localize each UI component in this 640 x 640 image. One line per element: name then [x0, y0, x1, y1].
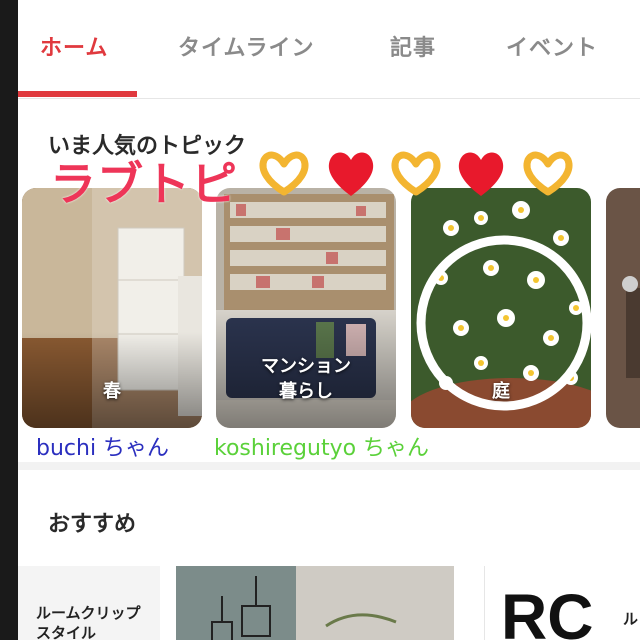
tab-home[interactable]: ホーム — [40, 30, 108, 62]
emoji-decoration — [256, 148, 596, 204]
top-tab-bar: ホーム タイムライン 記事 イベント — [18, 0, 640, 99]
active-tab-indicator — [18, 91, 137, 97]
topic-card-partial[interactable] — [606, 188, 640, 428]
recommend-card-interior-image — [176, 566, 454, 640]
topic-label-line2: 暮らし — [279, 380, 333, 402]
topic-card-spring-label: 春 — [22, 379, 202, 404]
recommend-card-roomclip-style[interactable]: ルームクリップ スタイル — [18, 566, 160, 640]
recommend-card-rc[interactable]: RC ル — [484, 566, 640, 640]
topic-label-line1: マンション — [261, 355, 351, 377]
user-credit-buchi: buchi ちゃん — [36, 436, 170, 461]
recommend-card-line2: スタイル — [36, 623, 97, 640]
topic-label-line1: 庭 — [492, 380, 510, 402]
recommend-card-rc-side-text: ル — [623, 610, 639, 628]
hand-heart-icon — [391, 151, 441, 196]
red-heart-icon — [458, 152, 504, 196]
recommend-title: おすすめ — [48, 512, 137, 537]
recommend-card-text: ルームクリップ スタイル — [36, 604, 141, 640]
recommend-card-rc-logo: RC — [501, 581, 594, 640]
love-topic-overlay-text: ラブトピ — [50, 157, 238, 211]
recommend-card-interior-photo[interactable] — [176, 566, 454, 640]
topic-card-garden[interactable]: 庭 — [411, 188, 591, 428]
topic-card-partial-image — [606, 188, 640, 428]
tab-articles[interactable]: 記事 — [390, 30, 436, 62]
hand-heart-icon — [523, 151, 573, 196]
topic-card-spring[interactable]: 春 — [22, 188, 202, 428]
topic-card-garden-label: 庭 — [411, 379, 591, 404]
hand-heart-icon — [259, 151, 309, 196]
user-credit-koshiregutyo: koshiregutyo ちゃん — [214, 436, 430, 461]
section-divider — [18, 462, 640, 470]
app-screen: ホーム タイムライン 記事 イベント いま人気のトピック 春 マンション 暮らし… — [18, 0, 640, 640]
red-heart-icon — [328, 152, 374, 196]
recommend-card-line1: ルームクリップ — [36, 604, 141, 622]
topic-card-mansion[interactable]: マンション 暮らし — [216, 188, 396, 428]
topic-card-mansion-label: マンション 暮らし — [216, 354, 396, 404]
tab-timeline[interactable]: タイムライン — [178, 30, 314, 62]
tab-events[interactable]: イベント — [506, 30, 598, 62]
topic-label-line1: 春 — [103, 380, 121, 402]
